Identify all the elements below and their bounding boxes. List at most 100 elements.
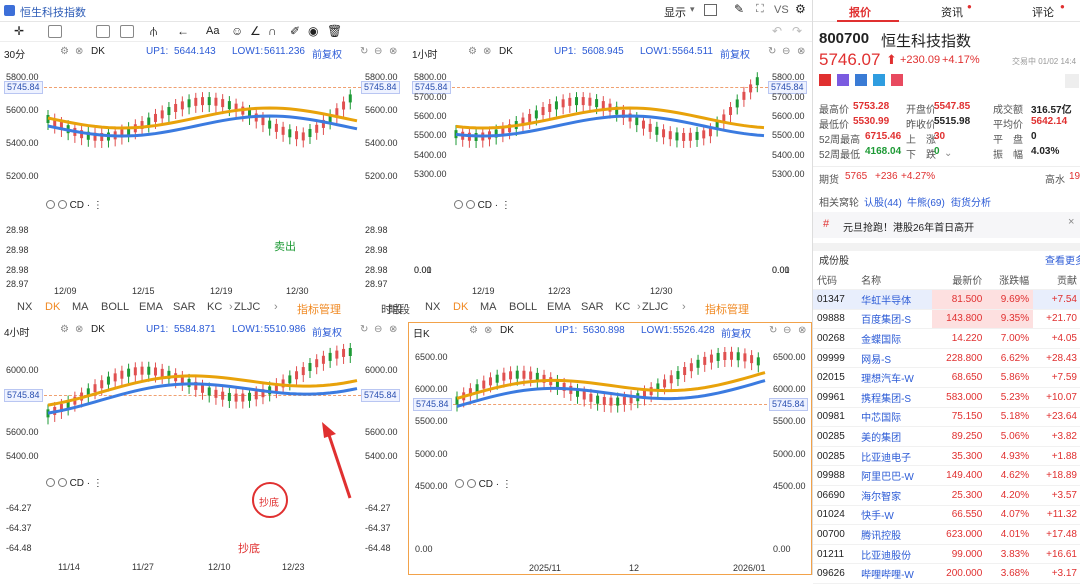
settings-icon[interactable] bbox=[454, 200, 463, 209]
channel-tool-icon[interactable] bbox=[96, 25, 110, 38]
minus-icon[interactable]: ⊖ bbox=[782, 46, 790, 57]
menu-dots-icon[interactable]: ⋮ bbox=[501, 200, 511, 211]
fib-tool-icon[interactable] bbox=[120, 25, 134, 38]
indicator-manage[interactable]: 指标管理 bbox=[705, 301, 749, 317]
adjust-dropdown[interactable]: 前复权 bbox=[721, 325, 751, 340]
layout-grid-icon[interactable] bbox=[704, 4, 717, 16]
cell-name[interactable]: 百度集团-S bbox=[857, 309, 932, 330]
cbbc-link[interactable]: 牛熊(69) bbox=[907, 194, 945, 209]
close-pane-icon[interactable]: ⊗ bbox=[389, 46, 397, 57]
col-code[interactable]: 代码 bbox=[813, 270, 858, 291]
table-row[interactable]: 01347 华虹半导体 81.500 9.69% +7.54 bbox=[813, 289, 1080, 310]
bolt-badge-icon[interactable] bbox=[837, 74, 850, 86]
indicator-manage[interactable]: 指标管理 bbox=[297, 301, 341, 317]
table-row[interactable]: 09999 网易-S 228.800 6.62% +28.43 bbox=[813, 348, 1080, 369]
undo-icon[interactable]: ↶ bbox=[772, 24, 782, 38]
cell-name[interactable]: 比亚迪股份 bbox=[857, 544, 932, 565]
indicator-tab[interactable]: KC bbox=[207, 301, 222, 313]
ruler-icon[interactable]: ∠ bbox=[250, 24, 261, 38]
expand-chevron-icon[interactable]: ⌄ bbox=[944, 148, 952, 159]
settings-icon[interactable]: ⚙ bbox=[60, 324, 69, 335]
col-name[interactable]: 名称 bbox=[857, 270, 932, 291]
reset-icon[interactable]: ↻ bbox=[360, 324, 368, 335]
chevron-right-icon[interactable]: › bbox=[637, 301, 641, 313]
adjust-dropdown[interactable]: 前复权 bbox=[720, 46, 750, 61]
more-link[interactable]: 查看更多 bbox=[1045, 252, 1080, 267]
hide-icon[interactable] bbox=[465, 200, 475, 209]
period-label[interactable]: 4小时 bbox=[4, 324, 30, 339]
crosshair-icon[interactable]: ✛ bbox=[14, 24, 24, 38]
table-row[interactable]: 00285 比亚迪电子 35.300 4.93% +1.88 bbox=[813, 446, 1080, 467]
line-tool-icon[interactable] bbox=[48, 25, 62, 38]
close-icon[interactable]: × bbox=[1068, 216, 1074, 228]
col-price[interactable]: 最新价 bbox=[931, 270, 987, 291]
table-row[interactable]: 09626 哔哩哔哩-W 200.000 3.68% +3.17 bbox=[813, 563, 1080, 584]
chart-pane-1[interactable]: 1小时 ⚙ ⊗ DK UP1: 5608.945 LOW1: 5564.511 … bbox=[408, 44, 812, 299]
settings-icon[interactable]: ⚙ bbox=[795, 2, 806, 16]
cell-name[interactable]: 快手-W bbox=[857, 505, 932, 526]
indicator-tab[interactable]: EMA bbox=[547, 301, 571, 313]
reset-icon[interactable]: ↻ bbox=[769, 325, 777, 336]
cell-name[interactable]: 哔哩哔哩-W bbox=[857, 563, 932, 584]
table-row[interactable]: 00268 金蝶国际 14.220 7.00% +4.05 bbox=[813, 328, 1080, 349]
table-row[interactable]: 09961 携程集团-S 583.000 5.23% +10.07 bbox=[813, 387, 1080, 408]
chevron-down-icon[interactable]: ▾ bbox=[690, 4, 695, 15]
menu-dots-icon[interactable]: ⋮ bbox=[93, 478, 103, 489]
heart-badge-icon[interactable] bbox=[891, 74, 904, 86]
indicator-tab[interactable]: MA bbox=[480, 301, 497, 313]
chart-pane-3[interactable]: 日K ⚙ ⊗ DK UP1: 5630.898 LOW1: 5526.428 前… bbox=[408, 322, 812, 575]
settings-icon[interactable]: ⚙ bbox=[60, 46, 69, 57]
chevron-right-icon[interactable]: › bbox=[274, 301, 278, 313]
cell-name[interactable]: 理想汽车-W bbox=[857, 367, 932, 389]
table-row[interactable]: 01024 快手-W 66.550 4.07% +11.32 bbox=[813, 505, 1080, 526]
cell-name[interactable]: 金蝶国际 bbox=[857, 328, 932, 349]
settings-icon[interactable] bbox=[46, 478, 55, 487]
chevron-right-icon[interactable]: › bbox=[229, 301, 233, 313]
minus-icon[interactable]: ⊖ bbox=[374, 46, 382, 57]
hide-icon[interactable] bbox=[466, 479, 476, 488]
settings-icon[interactable]: ⚙ bbox=[468, 46, 477, 57]
indicator-tab[interactable]: ZLJC bbox=[642, 301, 668, 313]
pitchfork-icon[interactable]: ⫛ bbox=[150, 24, 157, 39]
menu-dots-icon[interactable]: ⋮ bbox=[93, 200, 103, 211]
hide-icon[interactable] bbox=[57, 200, 67, 209]
table-row[interactable]: 01211 比亚迪股份 99.000 3.83% +16.61 bbox=[813, 544, 1080, 565]
cell-name[interactable]: 阿里巴巴-W bbox=[857, 465, 932, 487]
cell-name[interactable]: 腾讯控股 bbox=[857, 524, 932, 545]
indicator-tab[interactable]: EMA bbox=[139, 301, 163, 313]
table-row[interactable]: 00285 美的集团 89.250 5.06% +3.82 bbox=[813, 426, 1080, 447]
display-dropdown[interactable]: 显示 bbox=[664, 4, 686, 20]
warrants-link[interactable]: 认股(44) bbox=[864, 194, 902, 209]
indicator-tab[interactable]: MA bbox=[72, 301, 89, 313]
reset-icon[interactable]: ↻ bbox=[360, 46, 368, 57]
settings-icon[interactable] bbox=[455, 479, 464, 488]
chevron-right-icon[interactable]: › bbox=[682, 301, 686, 313]
eye-icon[interactable]: ◉ bbox=[308, 24, 318, 38]
period-label[interactable]: 1小时 bbox=[412, 46, 438, 61]
fullscreen-icon[interactable]: ⛶ bbox=[756, 3, 764, 16]
star-badge-icon[interactable] bbox=[819, 74, 831, 86]
chart-badge-icon[interactable] bbox=[873, 74, 886, 86]
settings-icon[interactable]: ⚙ bbox=[469, 325, 478, 336]
chat-badge-icon[interactable] bbox=[855, 74, 868, 86]
close-pane-icon[interactable]: ⊗ bbox=[798, 325, 806, 336]
redo-icon[interactable]: ↷ bbox=[792, 24, 802, 38]
alert-icon[interactable] bbox=[1065, 74, 1079, 88]
tab-comments[interactable]: 评论 bbox=[1032, 4, 1054, 20]
chart-pane-0[interactable]: 30分 ⚙ ⊗ DK UP1: 5644.143 LOW1: 5611.236 … bbox=[0, 44, 405, 299]
table-row[interactable]: 06690 海尔智家 25.300 4.20% +3.57 bbox=[813, 485, 1080, 506]
table-row[interactable]: 09888 百度集团-S 143.800 9.35% +21.70 bbox=[813, 309, 1080, 330]
arrow-tool-icon[interactable]: ← bbox=[177, 24, 189, 38]
cell-name[interactable]: 携程集团-S bbox=[857, 387, 932, 408]
table-row[interactable]: 00981 中芯国际 75.150 5.18% +23.64 bbox=[813, 407, 1080, 428]
hide-icon[interactable]: ⊗ bbox=[75, 46, 83, 57]
adjust-dropdown[interactable]: 前复权 bbox=[312, 324, 342, 339]
hide-icon[interactable]: ⊗ bbox=[483, 46, 491, 57]
indicator-tab[interactable]: SAR bbox=[581, 301, 604, 313]
close-pane-icon[interactable]: ⊗ bbox=[797, 46, 805, 57]
cell-name[interactable]: 海尔智家 bbox=[857, 485, 932, 506]
indicator-tab[interactable]: BOLL bbox=[101, 301, 129, 313]
smile-icon[interactable]: ☺ bbox=[231, 24, 243, 38]
indicator-tab[interactable]: KC bbox=[615, 301, 630, 313]
adjust-dropdown[interactable]: 前复权 bbox=[312, 46, 342, 61]
